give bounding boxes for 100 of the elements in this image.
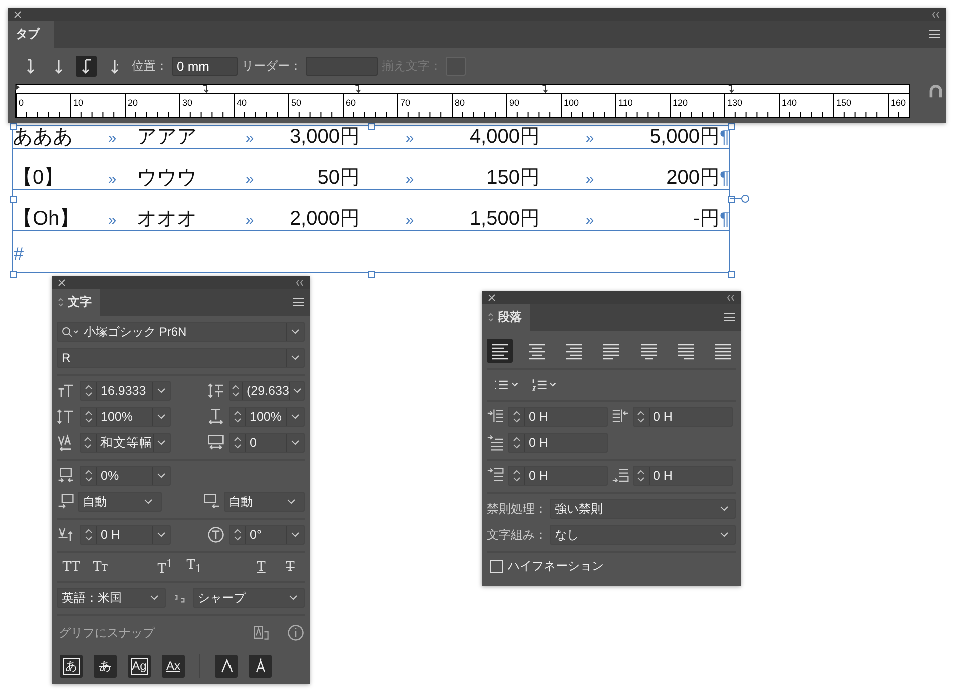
baseline-shift-field[interactable]: 0 H	[80, 525, 171, 545]
antialias-dropdown[interactable]: シャープ	[193, 588, 305, 608]
selection-handle[interactable]	[728, 123, 735, 130]
glyph-guides-icon[interactable]	[253, 624, 271, 642]
ruler-label: 140	[782, 98, 798, 108]
tab-mark: »	[586, 130, 594, 148]
alignment-icon	[638, 342, 659, 360]
font-family-field[interactable]: 小塚ゴシック Pr6N	[57, 322, 305, 342]
tab-mark: »	[246, 212, 254, 230]
tab-type-button[interactable]	[76, 56, 97, 76]
snap-button[interactable]	[215, 654, 238, 678]
aki-before-dropdown[interactable]: 自動	[78, 492, 162, 512]
leading-field[interactable]: (29.633	[229, 381, 305, 401]
first-line-indent-field[interactable]: 0 H	[508, 433, 608, 453]
stepper-icon	[84, 384, 92, 398]
close-icon[interactable]	[488, 294, 496, 302]
type-style-button[interactable]: T$_{1}$	[180, 558, 209, 576]
tsume-field[interactable]: 0%	[80, 466, 171, 486]
selection-handle[interactable]	[368, 123, 375, 130]
snap-button[interactable]: Ag	[128, 654, 151, 678]
close-icon[interactable]	[58, 278, 66, 286]
type-style-button[interactable]: T	[247, 560, 276, 574]
tab-mark: »	[108, 171, 117, 189]
down-arrow-icon	[26, 58, 34, 74]
hyphenation-checkbox[interactable]	[490, 560, 503, 573]
tab-stop-icon[interactable]	[728, 86, 734, 94]
selection-handle[interactable]	[728, 271, 735, 278]
right-indent-field[interactable]: 0 H	[632, 407, 732, 427]
selection-handle[interactable]	[10, 196, 17, 203]
tsume-icon	[57, 467, 75, 485]
selection-handle[interactable]	[10, 123, 17, 130]
snap-button[interactable]: あ	[60, 654, 83, 678]
text-cell-text: 200円	[666, 167, 720, 189]
menu-icon[interactable]	[293, 298, 304, 307]
aki-after-dropdown[interactable]: 自動	[224, 492, 305, 512]
mojikumi-dropdown[interactable]: なし	[550, 525, 736, 545]
close-icon[interactable]	[14, 10, 22, 18]
snap-button[interactable]	[249, 654, 272, 678]
alignment-icon	[676, 342, 696, 360]
type-style-button[interactable]: Tт	[86, 560, 115, 574]
type-style-button[interactable]: T$^{1}$	[151, 557, 180, 577]
text-cell-text: 1,500円	[468, 208, 540, 230]
panel-tab[interactable]: 文字	[52, 289, 100, 316]
ruler-scale[interactable]	[15, 84, 910, 118]
chevron-icon	[157, 414, 166, 420]
ruler-label: 160	[891, 98, 906, 108]
type-style-button[interactable]: T	[276, 560, 305, 574]
panel-tab[interactable]: タブ	[8, 21, 54, 48]
panel-tab[interactable]: 段落	[482, 304, 530, 331]
down-arrow-icon	[110, 58, 118, 74]
horizontal-scale-field[interactable]: 100%	[229, 407, 305, 427]
font-size-field[interactable]: 16.9333	[80, 381, 171, 401]
selection-handle[interactable]	[10, 271, 17, 278]
stepper-icon	[232, 384, 240, 398]
ruler-label: 20	[128, 98, 138, 108]
leader-field[interactable]	[306, 56, 378, 76]
text-frame[interactable]: あああ » アアア » 3,000円 » 4,000円 » 5,000円¶ 【0】 » ウウウ » 50円 » 150円 » 200円¶ 【Oh】 » オオオ » 2,000円 » 1,500円 » -円¶ #	[12, 125, 730, 273]
out-port-icon[interactable]	[730, 194, 750, 204]
rotation-field[interactable]: 0°	[229, 525, 305, 545]
text-cell-text: ウウウ	[136, 167, 198, 189]
tab-mark: »	[108, 130, 117, 148]
collapse-icon[interactable]	[932, 12, 940, 18]
menu-icon[interactable]	[929, 30, 940, 39]
space-after-field[interactable]: 0 H	[632, 466, 732, 486]
selection-handle[interactable]	[368, 271, 375, 278]
tab-mark: »	[108, 212, 117, 230]
paragraph-mark: ¶	[720, 208, 730, 230]
font-style-field[interactable]: R	[57, 348, 305, 368]
tab-stop-icon[interactable]	[355, 86, 362, 94]
tracking-field[interactable]: 0	[229, 433, 305, 453]
alignment-icon	[527, 342, 548, 360]
info-icon[interactable]	[287, 624, 305, 642]
tab-mark: »	[406, 212, 414, 230]
kerning-field[interactable]: 和文等幅	[80, 433, 171, 453]
snap-button[interactable]: あ	[94, 654, 117, 678]
space-before-field[interactable]: 0 H	[508, 466, 608, 486]
align-button[interactable]	[487, 339, 513, 363]
left-indent-field[interactable]: 0 H	[508, 407, 608, 427]
text-cell-text: 5,000円	[648, 126, 720, 148]
kinsoku-label: 禁則処理：	[487, 500, 548, 518]
ruler-label: 90	[510, 98, 520, 108]
magnet-icon[interactable]	[928, 84, 944, 100]
tab-mark: »	[586, 171, 594, 189]
selection-handle[interactable]	[728, 196, 735, 203]
tab-stop-icon[interactable]	[542, 86, 548, 94]
type-style-button[interactable]: TT	[57, 560, 86, 574]
leader-label: リーダー：	[242, 58, 302, 74]
alignment-icon	[601, 342, 622, 360]
tab-stop-icon[interactable]	[203, 86, 210, 94]
menu-icon[interactable]	[724, 313, 735, 322]
paragraph-mark: ¶	[720, 167, 730, 189]
language-dropdown[interactable]: 英語：米国	[57, 588, 166, 608]
stepper-icon	[512, 410, 520, 424]
position-field[interactable]: 0 mm	[172, 56, 238, 76]
collapse-icon[interactable]	[727, 294, 735, 300]
collapse-icon[interactable]	[296, 280, 304, 286]
kinsoku-dropdown[interactable]: 強い禁則	[550, 499, 736, 519]
snap-button[interactable]: Ax	[162, 654, 185, 678]
ruler-label: 10	[74, 98, 84, 108]
vertical-scale-field[interactable]: 100%	[80, 407, 171, 427]
